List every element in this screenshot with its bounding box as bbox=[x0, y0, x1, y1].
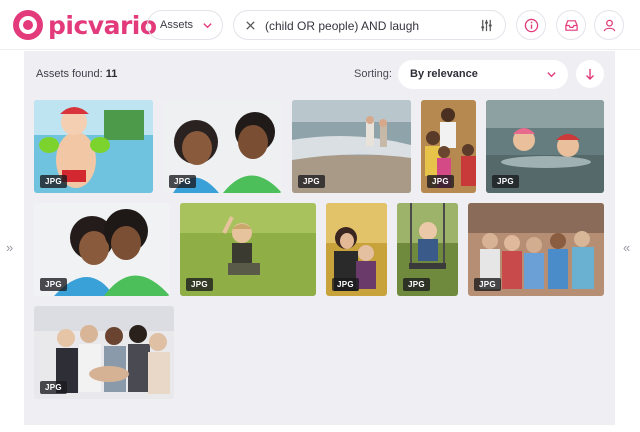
format-badge: JPG bbox=[298, 175, 325, 188]
clear-search-icon[interactable] bbox=[244, 19, 257, 32]
brand-name: picvario bbox=[48, 10, 157, 40]
sorting-label: Sorting: bbox=[354, 68, 392, 80]
filter-sliders-icon[interactable] bbox=[479, 18, 494, 33]
chevron-down-icon bbox=[203, 23, 212, 29]
info-button[interactable] bbox=[516, 10, 546, 40]
asset-tile[interactable]: JPG bbox=[326, 203, 387, 296]
format-badge: JPG bbox=[40, 381, 67, 394]
sorting-value: By relevance bbox=[410, 68, 478, 80]
sort-direction-button[interactable] bbox=[576, 60, 604, 88]
asset-tile[interactable]: JPG bbox=[468, 203, 604, 296]
format-badge: JPG bbox=[332, 278, 359, 291]
sorting-select[interactable]: By relevance bbox=[398, 60, 568, 89]
brand-logo[interactable]: picvario bbox=[12, 9, 157, 41]
expand-right-rail[interactable]: « bbox=[623, 240, 630, 255]
asset-tile[interactable]: JPG bbox=[421, 100, 476, 193]
inbox-icon bbox=[564, 19, 578, 31]
format-badge: JPG bbox=[492, 175, 519, 188]
arrow-down-icon bbox=[586, 69, 594, 80]
logo-icon bbox=[13, 10, 43, 40]
search-query: (child OR people) AND laugh bbox=[265, 19, 420, 33]
inbox-button[interactable] bbox=[556, 10, 586, 40]
format-badge: JPG bbox=[474, 278, 501, 291]
scope-select-value: Assets bbox=[160, 19, 194, 31]
user-icon bbox=[603, 19, 615, 31]
asset-tile[interactable]: JPG bbox=[397, 203, 458, 296]
scope-select[interactable]: Assets bbox=[147, 10, 223, 40]
expand-left-rail[interactable]: » bbox=[6, 240, 13, 255]
profile-button[interactable] bbox=[594, 10, 624, 40]
asset-tile[interactable]: JPG bbox=[292, 100, 411, 193]
top-header: picvario Assets (child OR people) AND la… bbox=[0, 0, 640, 50]
assets-found-label: Assets found: bbox=[36, 68, 103, 80]
chevron-down-icon bbox=[547, 72, 556, 78]
asset-tile[interactable]: JPG bbox=[34, 306, 174, 399]
asset-tile[interactable]: JPG bbox=[163, 100, 282, 193]
results-panel: Assets found: 11 Sorting: By relevance J… bbox=[24, 51, 615, 425]
format-badge: JPG bbox=[427, 175, 454, 188]
asset-tile[interactable]: JPG bbox=[34, 100, 153, 193]
format-badge: JPG bbox=[169, 175, 196, 188]
info-icon bbox=[524, 18, 538, 32]
format-badge: JPG bbox=[403, 278, 430, 291]
search-input[interactable]: (child OR people) AND laugh bbox=[233, 10, 506, 40]
assets-found-count: 11 bbox=[105, 68, 118, 80]
format-badge: JPG bbox=[40, 278, 67, 291]
asset-tile[interactable]: JPG bbox=[34, 203, 170, 296]
asset-tile[interactable]: JPG bbox=[486, 100, 604, 193]
format-badge: JPG bbox=[186, 278, 213, 291]
assets-found: Assets found: 11 bbox=[36, 68, 117, 80]
format-badge: JPG bbox=[40, 175, 67, 188]
asset-tile[interactable]: JPG bbox=[180, 203, 316, 296]
